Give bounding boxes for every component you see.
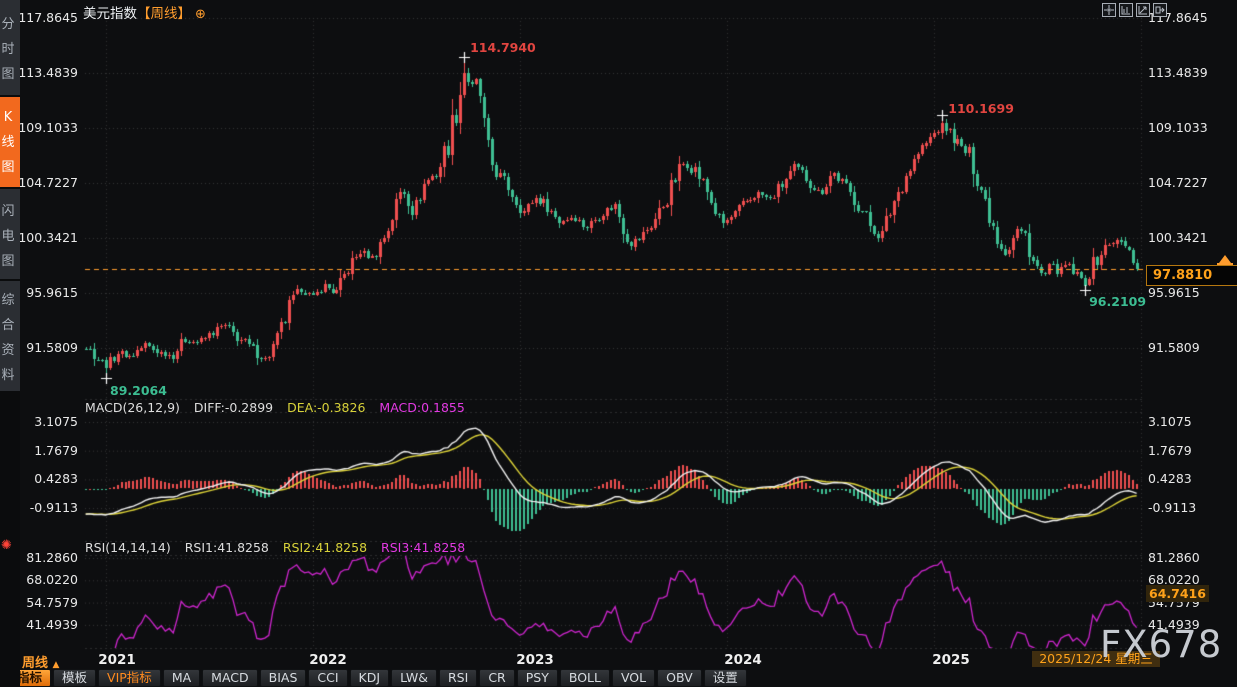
rsi-name: RSI(14,14,14) bbox=[85, 540, 171, 555]
fx678-watermark: FX678 bbox=[1100, 626, 1222, 664]
main-axis-label: 113.4839 bbox=[1148, 65, 1208, 81]
toolbar-button-13[interactable]: BOLL bbox=[560, 669, 610, 687]
crosshair-icon[interactable] bbox=[1102, 3, 1116, 17]
chart-title: 美元指数【周线】 ⊕ bbox=[83, 2, 206, 22]
macd-diff-value: DIFF:-0.2899 bbox=[194, 400, 273, 415]
left-sidebar: 分时图K线图闪电图综合资料 bbox=[0, 0, 20, 687]
rsi-axis-label: 81.2860 bbox=[1148, 550, 1200, 566]
macd-dea-value: DEA:-0.3826 bbox=[287, 400, 365, 415]
year-label-2022: 2022 bbox=[309, 652, 347, 668]
detach-window-icon[interactable] bbox=[1153, 3, 1167, 17]
hot-news-icon[interactable]: ✺ bbox=[1, 538, 12, 553]
main-axis-label: 104.7227 bbox=[1148, 175, 1208, 191]
year-label-2025: 2025 bbox=[932, 652, 970, 668]
sidebar-tab-char: K bbox=[4, 110, 13, 125]
sidebar-tab-char: 时 bbox=[1, 38, 14, 57]
sidebar-tab-char: 闪 bbox=[1, 200, 14, 219]
toolbar-button-2[interactable]: 模板 bbox=[53, 669, 96, 687]
toolbar-button-14[interactable]: VOL bbox=[612, 669, 655, 687]
macd-macd-value: MACD:0.1855 bbox=[379, 400, 464, 415]
sidebar-tab-char: 综 bbox=[1, 289, 14, 308]
period-tag: 【周线】 bbox=[137, 6, 191, 22]
toolbar-button-4[interactable]: MA bbox=[163, 669, 200, 687]
rsi2-value: RSI2:41.8258 bbox=[283, 540, 367, 555]
pane-layout-two-icon[interactable] bbox=[1136, 3, 1150, 17]
sidebar-tab-char: 图 bbox=[1, 63, 14, 82]
main-axis-label: 91.5809 bbox=[1148, 340, 1200, 356]
macd-axis-label: -0.9113 bbox=[1148, 500, 1196, 516]
macd-name: MACD(26,12,9) bbox=[85, 400, 180, 415]
symbol-name: 美元指数 bbox=[83, 6, 137, 22]
toolbar-button-10[interactable]: RSI bbox=[439, 669, 477, 687]
sidebar-tab-char: 料 bbox=[1, 364, 14, 383]
sidebar-tab-2[interactable]: K线图 bbox=[0, 97, 20, 187]
toolbar-button-16[interactable]: 设置 bbox=[704, 669, 747, 687]
main-axis-label: 95.9615 bbox=[1148, 285, 1200, 301]
sidebar-tab-char: 分 bbox=[1, 13, 14, 32]
sidebar-tab-char: 资 bbox=[1, 339, 14, 358]
price-annotation-1: 114.7940 bbox=[470, 40, 536, 55]
sidebar-tab-char: 合 bbox=[1, 314, 14, 333]
x-axis: 周线 ▲ 20212022202320242025 2025/12/24 星期三 bbox=[20, 650, 1237, 668]
toolbar-button-7[interactable]: CCI bbox=[308, 669, 347, 687]
toolbar-button-5[interactable]: MACD bbox=[202, 669, 257, 687]
rsi-highlight-value: 64.7416 bbox=[1146, 585, 1209, 602]
window-toolbar bbox=[1102, 3, 1167, 17]
main-axis-label: 109.1033 bbox=[1148, 120, 1208, 136]
circle-plus-icon[interactable]: ⊕ bbox=[195, 7, 206, 22]
price-chart-canvas[interactable] bbox=[0, 0, 1237, 687]
toolbar-button-15[interactable]: OBV bbox=[657, 669, 702, 687]
sidebar-tab-char: 图 bbox=[1, 156, 14, 175]
toolbar-button-9[interactable]: LW& bbox=[391, 669, 437, 687]
macd-axis-label: 3.1075 bbox=[1148, 414, 1192, 430]
toolbar-button-3[interactable]: VIP指标 bbox=[98, 669, 161, 687]
chart-application-window: 美元指数【周线】 ⊕ MACD(26,12,9) DIFF:-0.2899 DEA… bbox=[0, 0, 1237, 687]
price-annotation-4: 96.2109 bbox=[1089, 294, 1146, 309]
sidebar-tab-char: 电 bbox=[1, 225, 14, 244]
macd-axis-label: 0.4283 bbox=[1148, 471, 1192, 487]
sidebar-tab-1[interactable]: 分时图 bbox=[0, 0, 20, 95]
rsi-header: RSI(14,14,14) RSI1:41.8258 RSI2:41.8258 … bbox=[85, 540, 475, 555]
toolbar-button-12[interactable]: PSY bbox=[517, 669, 558, 687]
sidebar-tab-char: 线 bbox=[1, 131, 14, 150]
latest-price-marker-icon bbox=[1219, 255, 1231, 263]
pane-layout-one-icon[interactable] bbox=[1119, 3, 1133, 17]
price-annotation-3: 89.2064 bbox=[110, 383, 167, 398]
year-label-2023: 2023 bbox=[516, 652, 554, 668]
sidebar-tab-char: 图 bbox=[1, 250, 14, 269]
macd-axis-label: 1.7679 bbox=[1148, 443, 1192, 459]
rsi3-value: RSI3:41.8258 bbox=[381, 540, 465, 555]
year-label-2024: 2024 bbox=[724, 652, 762, 668]
toolbar-button-8[interactable]: KDJ bbox=[350, 669, 390, 687]
year-label-2021: 2021 bbox=[98, 652, 136, 668]
main-axis-label: 100.3421 bbox=[1148, 230, 1208, 246]
price-annotation-2: 110.1699 bbox=[948, 101, 1014, 116]
macd-header: MACD(26,12,9) DIFF:-0.2899 DEA:-0.3826 M… bbox=[85, 400, 475, 415]
current-price-box: 97.8810 bbox=[1146, 265, 1237, 286]
indicator-toolbar: 指标模板VIP指标MAMACDBIASCCIKDJLW&RSICRPSYBOLL… bbox=[8, 669, 747, 687]
rsi1-value: RSI1:41.8258 bbox=[185, 540, 269, 555]
toolbar-button-6[interactable]: BIAS bbox=[260, 669, 307, 687]
toolbar-button-11[interactable]: CR bbox=[479, 669, 514, 687]
sidebar-tab-3[interactable]: 闪电图 bbox=[0, 189, 20, 279]
sidebar-tab-4[interactable]: 综合资料 bbox=[0, 281, 20, 391]
